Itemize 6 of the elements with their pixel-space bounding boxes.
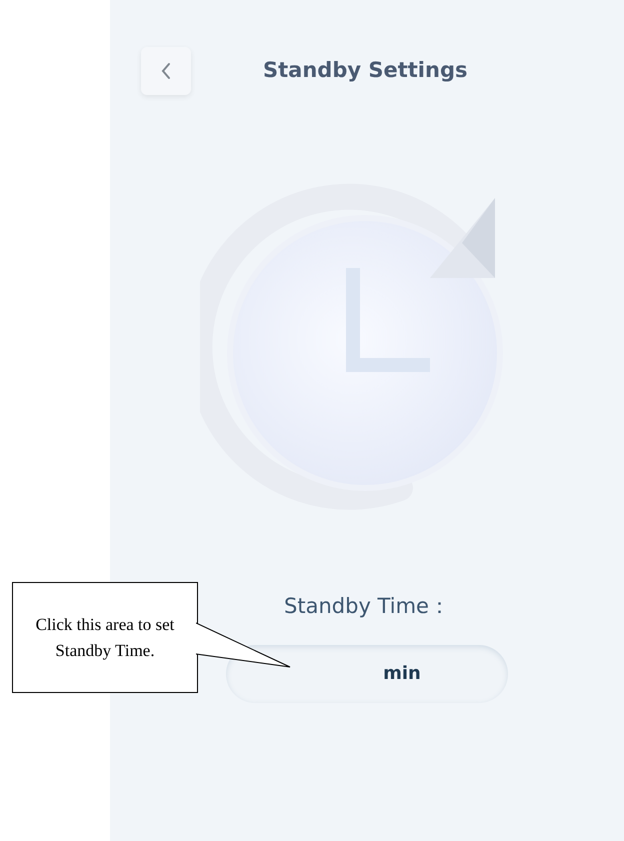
standby-time-label: Standby Time： — [284, 593, 450, 620]
back-button[interactable] — [141, 47, 191, 95]
standby-time-field[interactable]: min — [226, 644, 508, 702]
chevron-left-icon — [160, 62, 172, 80]
page-title: Standby Settings — [263, 57, 468, 84]
callout-note: Click this area to set Standby Time. — [12, 582, 198, 693]
